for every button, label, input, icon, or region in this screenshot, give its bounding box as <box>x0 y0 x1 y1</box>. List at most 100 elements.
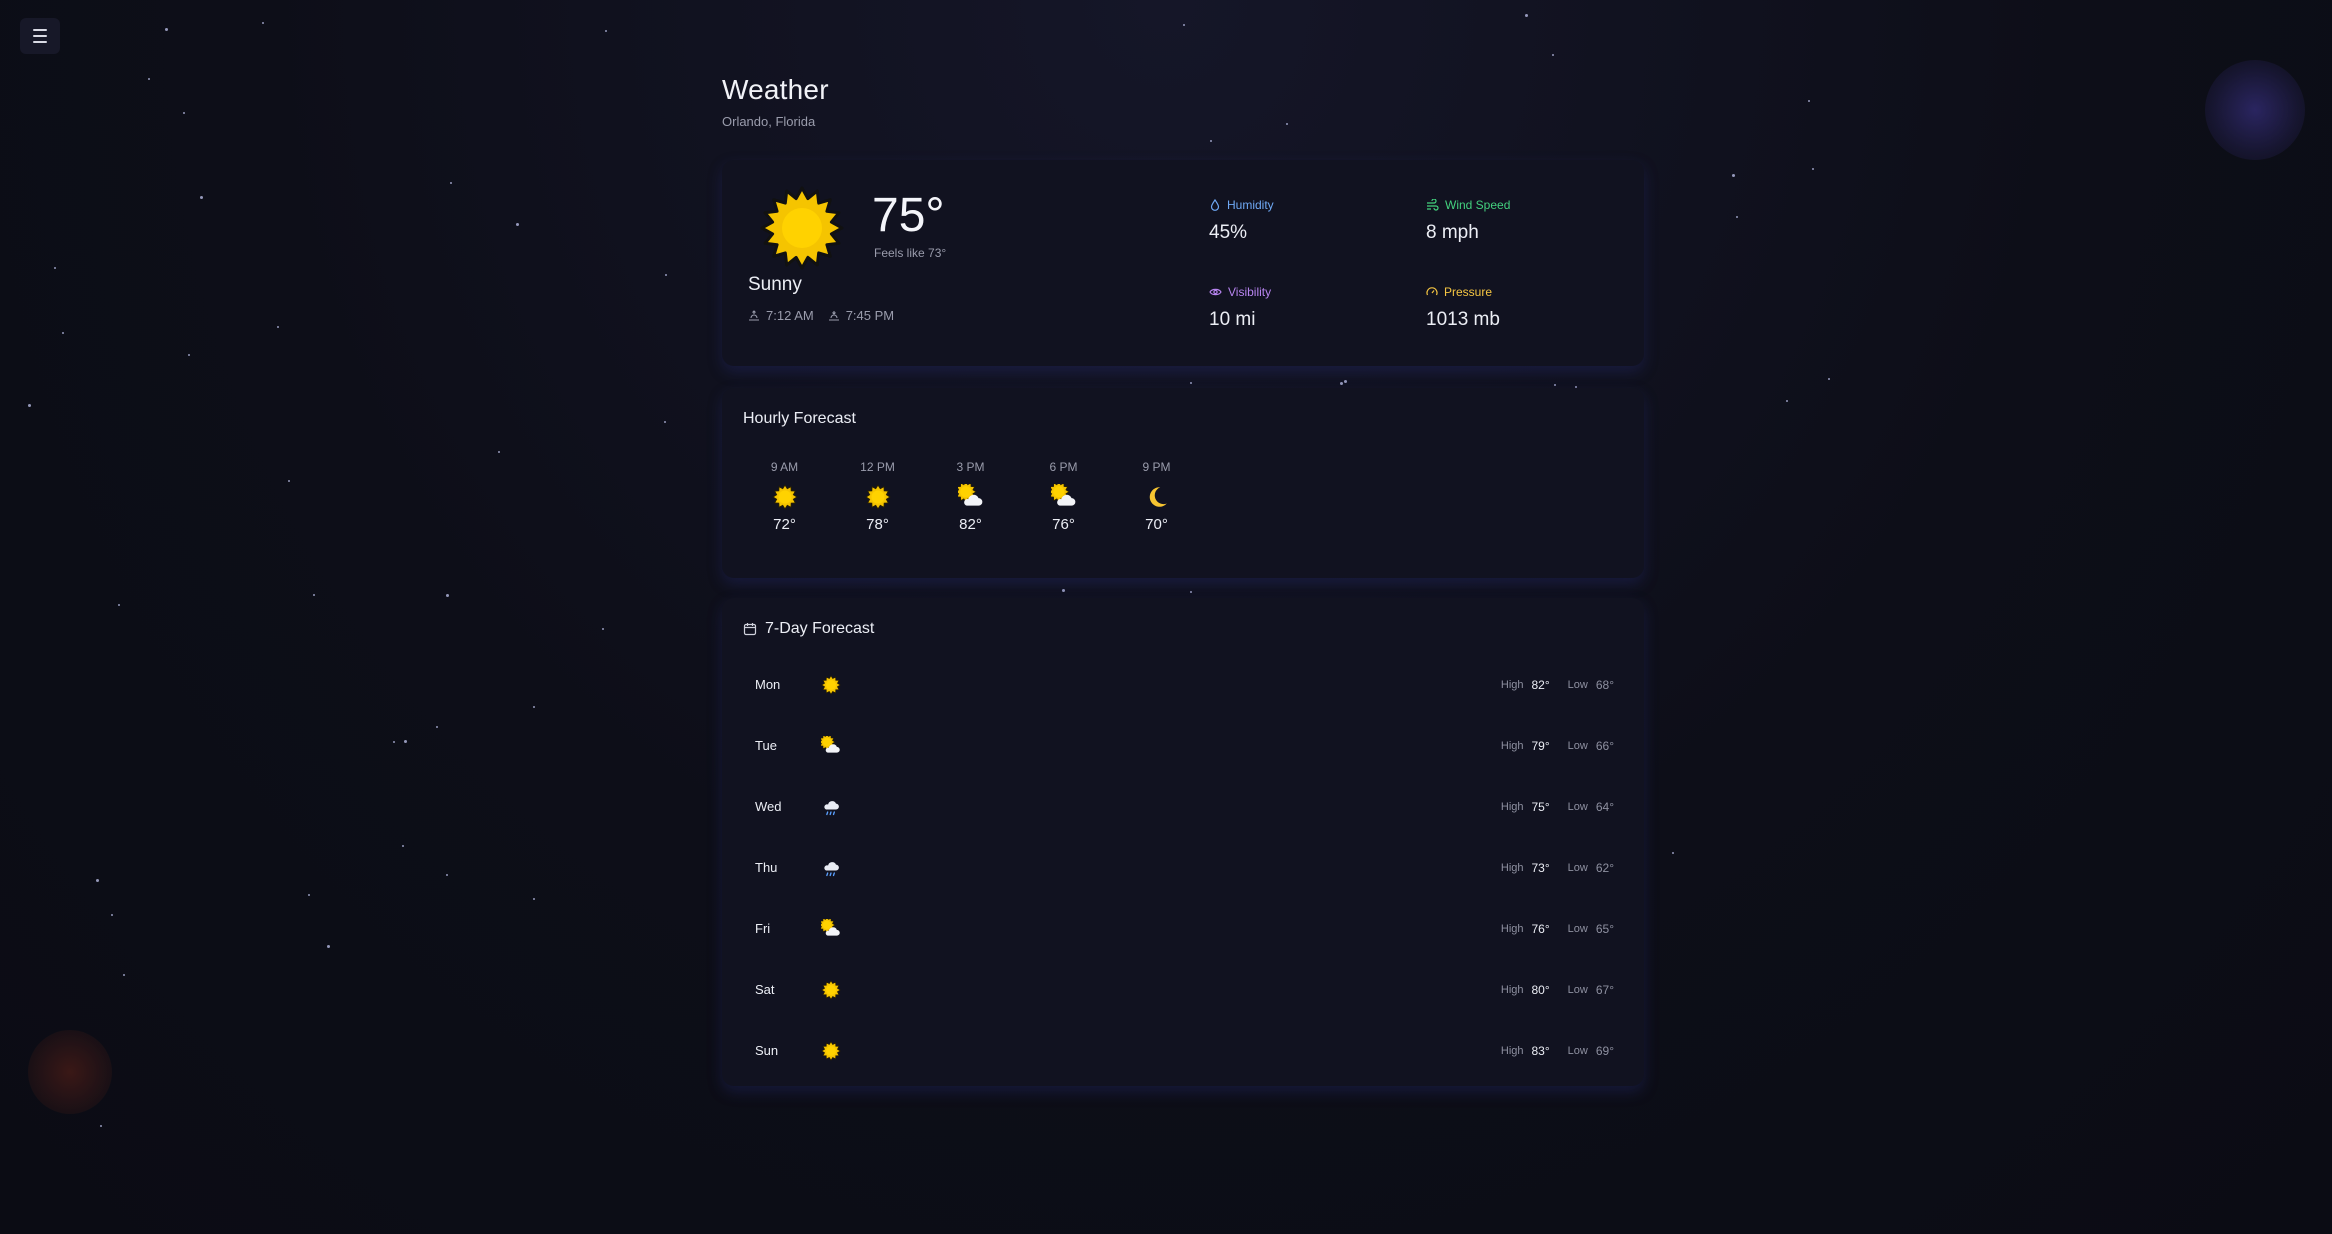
high-label: High <box>1500 678 1524 691</box>
star-dot <box>1554 384 1556 386</box>
menu-button[interactable] <box>20 18 60 54</box>
sun-icon <box>771 484 798 510</box>
low-label: Low <box>1567 861 1588 874</box>
star-dot <box>404 740 407 743</box>
day-row: Sun High 83° Low 69° <box>722 1020 1644 1081</box>
star-dot <box>1672 852 1674 854</box>
rain-cloud-icon <box>821 797 841 817</box>
hour-time: 9 AM <box>770 460 799 474</box>
weekly-title: 7-Day Forecast <box>743 620 874 638</box>
star-dot <box>1190 591 1192 593</box>
humidity-value: 45% <box>1209 222 1248 243</box>
hourly-forecast-card: Hourly Forecast 9 AM 72° 12 PM 78° 3 PM 82… <box>722 388 1644 578</box>
hourly-item: 9 AM 72° <box>738 460 831 533</box>
sun-icon <box>864 484 891 510</box>
calendar-icon <box>743 623 757 636</box>
hourly-item: 6 PM 76° <box>1017 460 1110 533</box>
star-dot <box>183 112 185 114</box>
hourly-item: 3 PM 82° <box>924 460 1017 533</box>
day-name: Thu <box>755 860 778 875</box>
low-label: Low <box>1567 1044 1588 1057</box>
hour-temp: 82° <box>959 516 982 533</box>
weather-page: Weather Orlando, Florida 75° Feels like … <box>722 74 1644 1086</box>
sun-icon <box>760 186 844 270</box>
star-dot <box>605 30 607 32</box>
star-dot <box>393 741 395 743</box>
low-temp: 68° <box>1595 677 1614 692</box>
day-name: Mon <box>755 677 781 692</box>
star-dot <box>313 594 315 596</box>
star-dot <box>100 1125 102 1127</box>
sunset: 7:45 PM <box>828 308 894 323</box>
star-dot <box>62 332 64 334</box>
droplet-icon <box>1210 199 1220 211</box>
metric-humidity: Humidity 45% <box>1209 198 1274 243</box>
low-label: Low <box>1567 678 1588 691</box>
star-dot <box>111 914 113 916</box>
day-row: Thu High 73° Low 62° <box>722 837 1644 898</box>
sunrise-icon <box>749 309 759 321</box>
low-temp: 69° <box>1595 1043 1614 1058</box>
star-dot <box>277 326 279 328</box>
low-temp: 62° <box>1595 860 1614 875</box>
day-row: Fri High 76° Low 65° <box>722 898 1644 959</box>
star-dot <box>200 196 203 199</box>
high-temp: 79° <box>1531 738 1550 753</box>
star-dot <box>1552 54 1554 56</box>
high-temp: 82° <box>1531 677 1550 692</box>
star-dot <box>118 604 120 606</box>
high-label: High <box>1500 922 1524 935</box>
star-dot <box>664 421 666 423</box>
hour-temp: 76° <box>1052 516 1075 533</box>
pressure-value: 1013 mb <box>1426 309 1500 330</box>
star-dot <box>148 78 150 80</box>
hourly-title: Hourly Forecast <box>743 410 856 427</box>
low-label: Low <box>1567 800 1588 813</box>
hour-temp: 72° <box>773 516 796 533</box>
star-dot <box>446 594 449 597</box>
star-dot <box>28 404 31 407</box>
star-dot <box>1732 174 1735 177</box>
low-temp: 67° <box>1595 982 1614 997</box>
high-label: High <box>1500 800 1524 813</box>
weekly-forecast-card: 7-Day Forecast Mon High 82° Low 68° Tue … <box>722 598 1644 1086</box>
feels-like: Feels like 73° <box>874 246 947 260</box>
star-dot <box>1525 14 1528 17</box>
star-dot <box>665 274 667 276</box>
high-low: High 76° Low 65° <box>1501 922 1614 936</box>
high-label: High <box>1500 739 1524 752</box>
day-row: Wed High 75° Low 64° <box>722 776 1644 837</box>
day-row: Mon High 82° Low 68° <box>722 654 1644 715</box>
hour-time: 3 PM <box>956 460 985 474</box>
day-row: Sat High 80° Low 67° <box>722 959 1644 1020</box>
condition-label: Sunny <box>748 274 802 295</box>
metric-visibility: Visibility 10 mi <box>1209 285 1272 330</box>
star-dot <box>446 874 448 876</box>
daily-list: Mon High 82° Low 68° Tue High 79° Low 66… <box>722 654 1644 1081</box>
star-dot <box>402 845 404 847</box>
star-dot <box>498 451 500 453</box>
page-title: Weather <box>722 74 829 105</box>
wind-icon <box>1427 199 1439 211</box>
high-temp: 75° <box>1531 799 1550 814</box>
day-row: Tue High 79° Low 66° <box>722 715 1644 776</box>
gauge-icon <box>1426 287 1438 296</box>
high-temp: 73° <box>1531 860 1550 875</box>
sunrise: 7:12 AM <box>748 308 814 323</box>
high-temp: 76° <box>1531 921 1550 936</box>
hour-time: 9 PM <box>1142 460 1171 474</box>
day-name: Fri <box>755 921 771 936</box>
low-temp: 65° <box>1595 921 1614 936</box>
day-name: Sun <box>755 1043 779 1058</box>
high-low: High 82° Low 68° <box>1501 678 1614 692</box>
star-dot <box>165 28 168 31</box>
day-name: Wed <box>755 799 782 814</box>
hourly-item: 12 PM 78° <box>831 460 924 533</box>
high-low: High 75° Low 64° <box>1501 800 1614 814</box>
star-dot <box>54 267 56 269</box>
low-temp: 64° <box>1595 799 1614 814</box>
metric-wind: Wind Speed 8 mph <box>1426 198 1511 243</box>
sun-cloud-icon <box>1047 480 1077 510</box>
high-label: High <box>1500 1044 1524 1057</box>
sun-icon <box>821 674 841 695</box>
